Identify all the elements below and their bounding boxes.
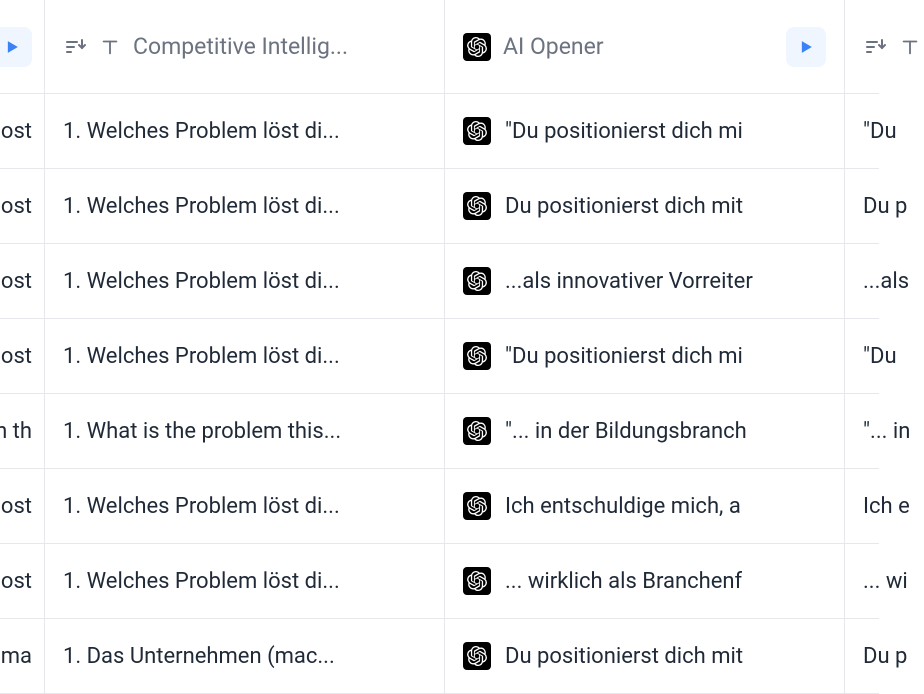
cell-text: ...als xyxy=(863,269,909,294)
table-cell[interactable]: ost xyxy=(0,94,45,168)
cell-text: ost xyxy=(1,494,32,519)
cell-text: ... wi xyxy=(863,569,908,594)
table-cell[interactable]: "... in xyxy=(845,394,924,468)
table-row: ost 1. Welches Problem löst di... "Du posi… xyxy=(0,319,879,394)
cell-text: "Du xyxy=(863,119,897,144)
run-column-button[interactable] xyxy=(0,27,32,67)
table-cell[interactable]: ost xyxy=(0,544,45,618)
openai-icon xyxy=(463,342,491,370)
table-row: ost 1. Welches Problem löst di... "Du posi… xyxy=(0,94,879,169)
table-cell[interactable]: "Du xyxy=(845,319,924,393)
cell-text: Ich entschuldige mich, a xyxy=(505,494,741,519)
cell-text: 1. Welches Problem löst di... xyxy=(63,269,340,294)
sort-icon xyxy=(863,35,887,59)
cell-text: 1. Das Unternehmen (mac... xyxy=(63,644,335,669)
table-cell[interactable]: "Du xyxy=(845,94,924,168)
table-cell[interactable]: Du p xyxy=(845,169,924,243)
table-cell[interactable]: 1. Welches Problem löst di... xyxy=(45,94,445,168)
cell-text: Du p xyxy=(863,644,907,669)
play-icon xyxy=(2,37,22,57)
column-header-ai-opener[interactable]: AI Opener xyxy=(445,0,845,93)
column-header-label: AI Opener xyxy=(503,33,604,60)
column-header-partial-right[interactable] xyxy=(845,0,924,93)
openai-icon xyxy=(463,567,491,595)
table-cell[interactable]: "... in der Bildungsbranch xyxy=(445,394,845,468)
cell-text: 1. Welches Problem löst di... xyxy=(63,119,340,144)
cell-text: ost xyxy=(1,119,32,144)
table-cell[interactable]: ...als xyxy=(845,244,924,318)
table-cell[interactable]: 1. Welches Problem löst di... xyxy=(45,169,445,243)
table-cell[interactable]: 1. Welches Problem löst di... xyxy=(45,319,445,393)
cell-text: ost xyxy=(1,194,32,219)
table-row: ost 1. Welches Problem löst di... Du posit… xyxy=(0,169,879,244)
cell-text: 1. Welches Problem löst di... xyxy=(63,344,340,369)
text-type-icon xyxy=(899,36,921,58)
table-cell[interactable]: Du positionierst dich mit xyxy=(445,169,845,243)
openai-icon xyxy=(463,33,491,61)
openai-icon xyxy=(463,417,491,445)
cell-text: ost xyxy=(1,269,32,294)
openai-icon xyxy=(463,492,491,520)
table-body: ost 1. Welches Problem löst di... "Du posi… xyxy=(0,94,879,694)
column-header-partial-left[interactable] xyxy=(0,0,45,93)
cell-text: n th xyxy=(0,419,32,444)
table-cell[interactable]: 1. What is the problem this... xyxy=(45,394,445,468)
table-cell[interactable]: 1. Welches Problem löst di... xyxy=(45,469,445,543)
table-cell[interactable]: ost xyxy=(0,469,45,543)
table-row: n th 1. What is the problem this... "... i… xyxy=(0,394,879,469)
table-cell[interactable]: Du positionierst dich mit xyxy=(445,619,845,693)
table-cell[interactable]: 1. Welches Problem löst di... xyxy=(45,544,445,618)
cell-text: Ich e xyxy=(863,494,910,519)
column-header-label: Competitive Intellig... xyxy=(133,33,348,60)
cell-text: 1. Welches Problem löst di... xyxy=(63,494,340,519)
openai-icon xyxy=(463,117,491,145)
table-row: ost 1. Welches Problem löst di... ...als i… xyxy=(0,244,879,319)
openai-icon xyxy=(463,192,491,220)
sort-icon xyxy=(63,35,87,59)
cell-text: 1. Welches Problem löst di... xyxy=(63,194,340,219)
cell-text: ... wirklich als Branchenf xyxy=(505,569,742,594)
table-row: ost 1. Welches Problem löst di... Ich ents… xyxy=(0,469,879,544)
openai-icon xyxy=(463,642,491,670)
table-cell[interactable]: Ich entschuldige mich, a xyxy=(445,469,845,543)
cell-text: Du p xyxy=(863,194,907,219)
table-row: ma 1. Das Unternehmen (mac... Du positioni… xyxy=(0,619,879,694)
cell-text: ost xyxy=(1,344,32,369)
table-cell[interactable]: ... wirklich als Branchenf xyxy=(445,544,845,618)
table-cell[interactable]: Du p xyxy=(845,619,924,693)
cell-text: 1. Welches Problem löst di... xyxy=(63,569,340,594)
column-header-competitive[interactable]: Competitive Intellig... xyxy=(45,0,445,93)
run-column-button[interactable] xyxy=(786,27,826,67)
table-cell[interactable]: 1. Welches Problem löst di... xyxy=(45,244,445,318)
cell-text: ma xyxy=(1,644,32,669)
table-cell[interactable]: ost xyxy=(0,319,45,393)
table-cell[interactable]: ma xyxy=(0,619,45,693)
cell-text: "Du positionierst dich mi xyxy=(505,119,743,144)
table-cell[interactable]: ost xyxy=(0,244,45,318)
text-type-icon xyxy=(99,36,121,58)
table-cell[interactable]: ost xyxy=(0,169,45,243)
table-row: ost 1. Welches Problem löst di... ... wirk… xyxy=(0,544,879,619)
table-cell[interactable]: n th xyxy=(0,394,45,468)
table-cell[interactable]: 1. Das Unternehmen (mac... xyxy=(45,619,445,693)
table-cell[interactable]: ... wi xyxy=(845,544,924,618)
table-cell[interactable]: Ich e xyxy=(845,469,924,543)
cell-text: "Du positionierst dich mi xyxy=(505,344,743,369)
openai-icon xyxy=(463,267,491,295)
cell-text: "... in der Bildungsbranch xyxy=(505,419,747,444)
cell-text: ost xyxy=(1,569,32,594)
data-table: Competitive Intellig... AI Opener xyxy=(0,0,879,694)
cell-text: Du positionierst dich mit xyxy=(505,194,743,219)
table-header-row: Competitive Intellig... AI Opener xyxy=(0,0,879,94)
table-cell[interactable]: "Du positionierst dich mi xyxy=(445,94,845,168)
table-cell[interactable]: "Du positionierst dich mi xyxy=(445,319,845,393)
cell-text: 1. What is the problem this... xyxy=(63,419,341,444)
cell-text: "Du xyxy=(863,344,897,369)
play-icon xyxy=(796,37,816,57)
cell-text: Du positionierst dich mit xyxy=(505,644,743,669)
cell-text: ...als innovativer Vorreiter xyxy=(505,269,753,294)
cell-text: "... in xyxy=(863,419,910,444)
table-cell[interactable]: ...als innovativer Vorreiter xyxy=(445,244,845,318)
